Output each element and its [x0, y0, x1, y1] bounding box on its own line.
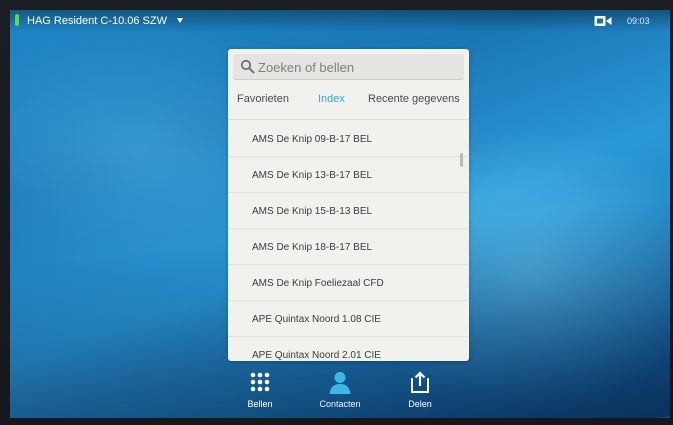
search-input[interactable]	[258, 57, 458, 77]
scrollbar-thumb[interactable]	[460, 153, 463, 167]
list-item[interactable]: AMS De Knip 13-B-17 BEL	[228, 157, 469, 193]
device-bezel: HAG Resident C-10.06 SZW 09:03 Favoriete…	[0, 0, 673, 425]
contacts-icon	[329, 372, 351, 394]
list-item-label: AMS De Knip 15-B-13 BEL	[252, 206, 373, 217]
list-item[interactable]: AMS De Knip 09-B-17 BEL	[228, 121, 469, 157]
camera-icon[interactable]	[594, 15, 612, 27]
share-icon	[411, 371, 429, 393]
device-name[interactable]: HAG Resident C-10.06 SZW	[27, 15, 167, 27]
clock: 09:03	[627, 16, 650, 26]
list-item[interactable]: AMS De Knip Foeliezaal CFD	[228, 265, 469, 301]
list-item-label: APE Quintax Noord 2.01 CIE	[252, 350, 381, 361]
search-icon	[240, 59, 255, 74]
tab-recente-gegevens[interactable]: Recente gegevens	[368, 93, 460, 105]
list-item[interactable]: APE Quintax Noord 2.01 CIE	[228, 337, 469, 361]
list-item[interactable]: AMS De Knip 18-B-17 BEL	[228, 229, 469, 265]
list-item-label: APE Quintax Noord 1.08 CIE	[252, 314, 381, 325]
chevron-down-icon[interactable]	[177, 18, 183, 23]
top-bar: HAG Resident C-10.06 SZW 09:03	[10, 10, 670, 32]
list-item-label: AMS De Knip 09-B-17 BEL	[252, 134, 373, 145]
phonebook-panel: Favorieten Index Recente gegevens AMS De…	[228, 49, 469, 361]
tabs-divider	[228, 119, 469, 120]
tab-favorieten[interactable]: Favorieten	[237, 93, 289, 105]
phonebook-tabs: Favorieten Index Recente gegevens	[228, 93, 469, 111]
delen-label: Delen	[408, 399, 432, 409]
keypad-icon	[250, 372, 270, 392]
list-item-label: AMS De Knip 18-B-17 BEL	[252, 242, 373, 253]
contacten-label: Contacten	[319, 399, 361, 409]
delen-button[interactable]: Delen	[390, 366, 450, 418]
tab-index[interactable]: Index	[318, 93, 345, 105]
list-item[interactable]: AMS De Knip 15-B-13 BEL	[228, 193, 469, 229]
list-item-label: AMS De Knip 13-B-17 BEL	[252, 170, 373, 181]
bottom-bar: Bellen Contacten Delen	[10, 366, 670, 418]
bellen-button[interactable]: Bellen	[230, 366, 290, 418]
status-indicator	[15, 14, 19, 26]
contact-list[interactable]: AMS De Knip 09-B-17 BEL AMS De Knip 13-B…	[228, 121, 469, 361]
contacten-button[interactable]: Contacten	[310, 366, 370, 418]
touch-display: HAG Resident C-10.06 SZW 09:03 Favoriete…	[10, 10, 670, 418]
bellen-label: Bellen	[247, 399, 273, 409]
search-box[interactable]	[233, 54, 464, 80]
list-item[interactable]: APE Quintax Noord 1.08 CIE	[228, 301, 469, 337]
list-item-label: AMS De Knip Foeliezaal CFD	[252, 278, 384, 289]
